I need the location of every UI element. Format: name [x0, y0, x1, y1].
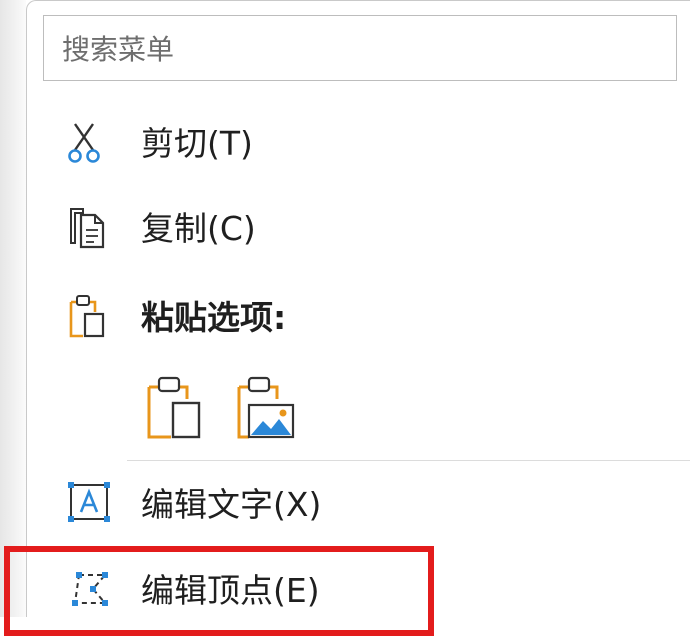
- paste-picture-icon: [233, 376, 297, 445]
- cut-shortcut: (T): [207, 124, 253, 163]
- context-menu: 搜索菜单 剪切(T) 复制(C) 粘贴选项: 编辑文字(X) 编辑顶点(E): [26, 0, 690, 617]
- scissors-icon: [65, 118, 117, 166]
- menu-item-copy[interactable]: 复制(C): [27, 191, 690, 261]
- highlight-box: [4, 546, 434, 636]
- background-window-edge: [0, 0, 26, 617]
- copy-shortcut: (C): [207, 209, 256, 248]
- paste-options-header: 粘贴选项:: [27, 280, 690, 350]
- menu-item-edit-text[interactable]: 编辑文字(X): [27, 467, 690, 537]
- text-box-icon: [65, 479, 117, 527]
- search-menu-input[interactable]: 搜索菜单: [43, 15, 677, 81]
- clipboard-icon: [65, 292, 117, 340]
- menu-separator: [127, 460, 690, 461]
- menu-item-cut[interactable]: 剪切(T): [27, 106, 690, 176]
- paste-text-icon: [143, 376, 207, 445]
- paste-keep-text-button[interactable]: [143, 373, 207, 441]
- copy-icon: [65, 203, 117, 251]
- cut-label: 剪切: [141, 124, 207, 163]
- copy-label: 复制: [141, 209, 207, 248]
- paste-options-label: 粘贴选项:: [141, 298, 287, 337]
- edit-text-label: 编辑文字: [141, 485, 273, 524]
- edit-text-shortcut: (X): [273, 485, 322, 524]
- search-placeholder: 搜索菜单: [62, 33, 175, 66]
- paste-picture-button[interactable]: [233, 373, 297, 441]
